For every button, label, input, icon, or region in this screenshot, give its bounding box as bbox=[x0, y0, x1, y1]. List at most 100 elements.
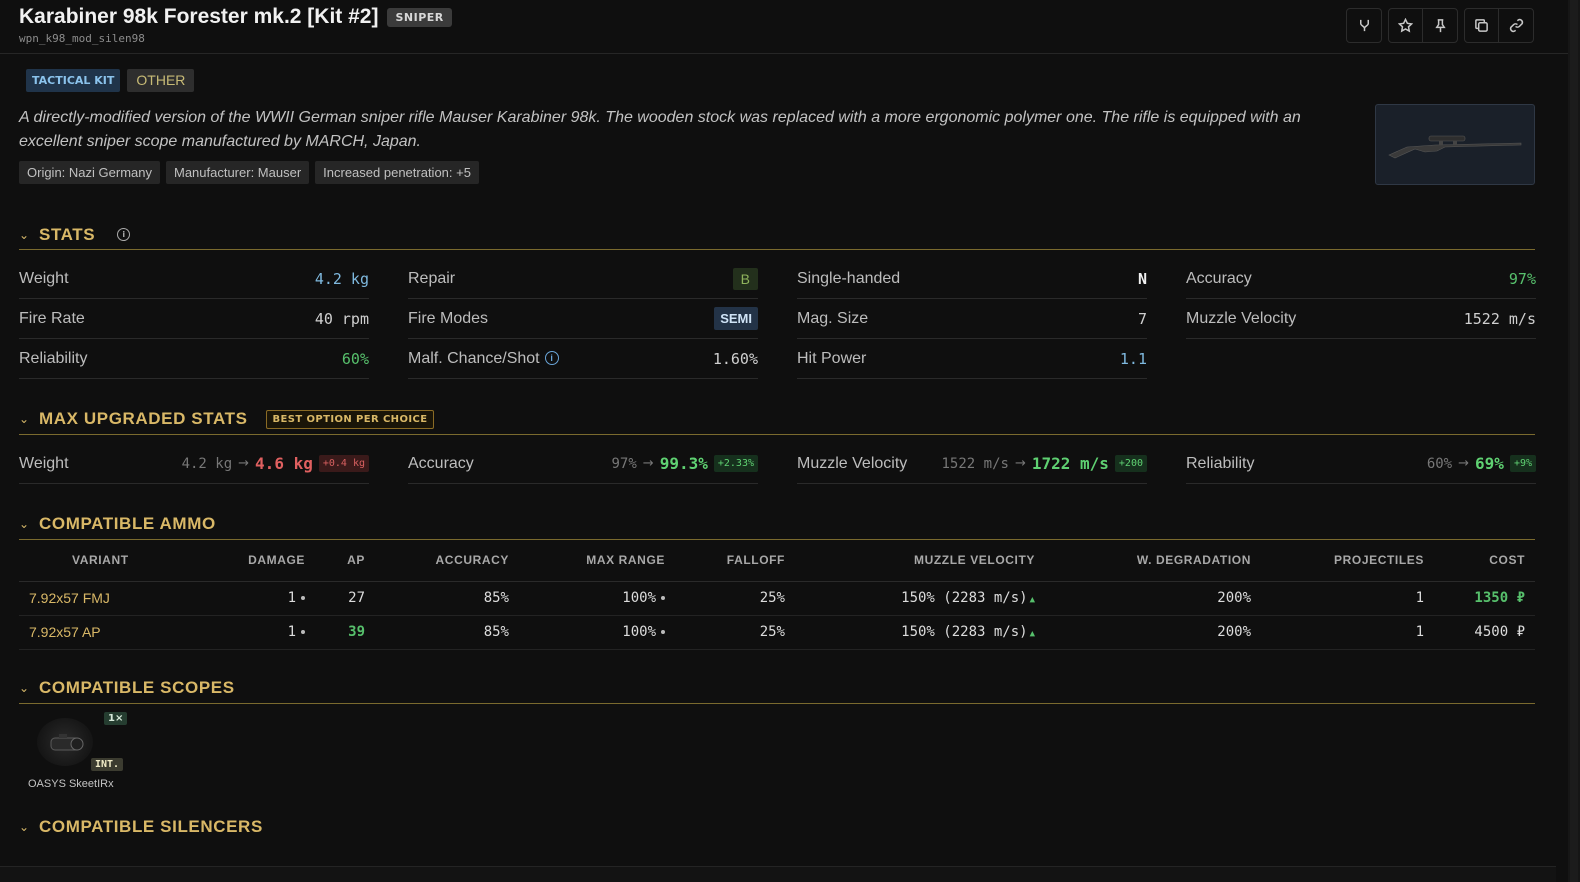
col-header[interactable]: MAX RANGE bbox=[519, 540, 675, 582]
triangle-up-icon: ▲ bbox=[1029, 595, 1035, 605]
col-header[interactable]: W. DEGRADATION bbox=[1045, 540, 1261, 582]
stat-label: Fire Rate bbox=[19, 309, 85, 327]
item-title: Karabiner 98k Forester mk.2 [Kit #2] bbox=[19, 5, 379, 28]
silencers-header[interactable]: ⌄ COMPATIBLE SILENCERS bbox=[19, 814, 1535, 840]
copy-button[interactable] bbox=[1465, 9, 1499, 42]
ammo-variant-link[interactable]: 7.92x57 AP bbox=[19, 615, 155, 650]
stat-value: 40 rpm bbox=[314, 309, 369, 328]
scrollbar[interactable] bbox=[1568, 0, 1580, 882]
col-header[interactable]: COST bbox=[1434, 540, 1535, 582]
scopes-header[interactable]: ⌄ COMPATIBLE SCOPES bbox=[19, 673, 1535, 704]
info-icon[interactable]: i bbox=[544, 351, 559, 366]
col-header[interactable]: FALLOFF bbox=[675, 540, 795, 582]
star-icon bbox=[1398, 18, 1413, 33]
dot-icon bbox=[301, 596, 305, 600]
stat-label: Mag. Size bbox=[797, 309, 869, 327]
cell-ap: 27 bbox=[315, 581, 375, 616]
col-header[interactable]: MUZZLE VELOCITY bbox=[795, 540, 1045, 582]
chevron-down-icon: ⌄ bbox=[19, 412, 30, 426]
cell-falloff: 25% bbox=[675, 615, 795, 650]
col-header[interactable]: ACCURACY bbox=[375, 540, 519, 582]
fork-button[interactable] bbox=[1347, 9, 1381, 42]
dot-icon bbox=[661, 596, 665, 600]
dot-icon bbox=[661, 630, 665, 634]
item-info: TACTICAL KIT OTHER A directly-modified v… bbox=[0, 54, 1568, 184]
stat-value: 1.60% bbox=[712, 349, 758, 368]
tactical-kit-tag: TACTICAL KIT bbox=[26, 69, 121, 92]
cell-damage: 1 bbox=[155, 615, 315, 650]
col-header[interactable]: PROJECTILES bbox=[1261, 540, 1434, 582]
stat-value: 7 bbox=[1137, 309, 1147, 328]
stat-label: Accuracy bbox=[1186, 269, 1252, 287]
new-value: 69% bbox=[1475, 454, 1504, 473]
stat-label: Malf. Chance/Shot bbox=[408, 349, 540, 367]
scope-card[interactable]: 1× INT. OASYS SkeetIRx bbox=[19, 711, 128, 790]
weapon-image[interactable] bbox=[1375, 104, 1535, 185]
chevron-down-icon: ⌄ bbox=[19, 516, 30, 531]
delta-badge: +9% bbox=[1509, 455, 1536, 472]
cell-w-degradation: 200% bbox=[1045, 581, 1261, 616]
stat-malf-chance: Malf. Chance/Shot i 1.60% bbox=[408, 339, 758, 379]
fire-mode-badge: SEMI bbox=[714, 307, 758, 330]
stats-header[interactable]: ⌄ STATS i bbox=[19, 220, 1535, 250]
stat-value: 4.2 kg bbox=[314, 269, 369, 288]
dot-icon bbox=[301, 630, 305, 634]
upgrade-label: Accuracy bbox=[408, 454, 474, 472]
stat-label: Single-handed bbox=[797, 269, 901, 287]
origin-chip: Origin: Nazi Germany bbox=[19, 161, 160, 184]
table-header-row: VARIANT DAMAGE AP ACCURACY MAX RANGE FAL… bbox=[19, 540, 1535, 582]
cell-muzzle-velocity: 150% (2283 m/s) ▲ bbox=[795, 581, 1045, 616]
max-upgraded-header[interactable]: ⌄ MAX UPGRADED STATS BEST OPTION PER CHO… bbox=[19, 404, 1535, 435]
upgrade-label: Reliability bbox=[1186, 454, 1255, 472]
table-row[interactable]: 7.92x57 AP 1 39 85% 100% 25% 150% (2283 … bbox=[19, 615, 1535, 650]
stat-fire-rate: Fire Rate 40 rpm bbox=[19, 299, 369, 339]
cell-accuracy: 85% bbox=[375, 581, 519, 616]
col-header[interactable]: VARIANT bbox=[19, 540, 155, 582]
stat-weight: Weight 4.2 kg bbox=[19, 259, 369, 299]
col-header[interactable]: DAMAGE bbox=[155, 540, 315, 582]
fork-icon bbox=[1359, 19, 1369, 32]
stats-section: ⌄ STATS i Weight 4.2 kg Repair B Single-… bbox=[0, 220, 1568, 379]
cell-w-degradation: 200% bbox=[1045, 615, 1261, 650]
max-upgraded-section: ⌄ MAX UPGRADED STATS BEST OPTION PER CHO… bbox=[0, 404, 1568, 484]
silencers-section: ⌄ COMPATIBLE SILENCERS bbox=[0, 814, 1568, 840]
stats-title: STATS bbox=[39, 224, 96, 244]
chevron-down-icon: ⌄ bbox=[19, 819, 30, 834]
stat-value: 97% bbox=[1508, 269, 1536, 288]
info-icon[interactable]: i bbox=[117, 228, 131, 241]
cell-damage: 1 bbox=[155, 581, 315, 616]
integrated-badge: INT. bbox=[91, 757, 124, 771]
link-button[interactable] bbox=[1499, 9, 1533, 42]
silencers-title: COMPATIBLE SILENCERS bbox=[39, 816, 263, 836]
ammo-title: COMPATIBLE AMMO bbox=[39, 513, 216, 533]
cell-projectiles: 1 bbox=[1261, 581, 1434, 616]
stat-label: Reliability bbox=[19, 349, 88, 367]
stat-label: Hit Power bbox=[797, 349, 867, 367]
triangle-up-icon: ▲ bbox=[1029, 629, 1035, 639]
pin-button[interactable] bbox=[1423, 9, 1457, 42]
arrow-right-icon: → bbox=[1458, 456, 1470, 471]
col-header[interactable]: AP bbox=[315, 540, 375, 582]
scrollbar-thumb[interactable] bbox=[1570, 0, 1578, 882]
old-value: 4.2 kg bbox=[181, 455, 233, 472]
cell-falloff: 25% bbox=[675, 581, 795, 616]
stat-accuracy: Accuracy 97% bbox=[1186, 259, 1536, 299]
old-value: 97% bbox=[611, 455, 637, 472]
cell-ap: 39 bbox=[315, 615, 375, 650]
old-value: 1522 m/s bbox=[941, 455, 1009, 472]
ammo-header[interactable]: ⌄ COMPATIBLE AMMO bbox=[19, 508, 1535, 540]
next-section-preview bbox=[0, 866, 1556, 882]
favorite-button[interactable] bbox=[1389, 9, 1423, 42]
stat-reliability: Reliability 60% bbox=[19, 339, 369, 379]
stat-label: Muzzle Velocity bbox=[1186, 309, 1297, 327]
copy-icon bbox=[1475, 19, 1488, 32]
rifle-icon bbox=[1388, 135, 1522, 158]
table-row[interactable]: 7.92x57 FMJ 1 27 85% 100% 25% 150% (2283… bbox=[19, 581, 1535, 616]
penetration-chip: Increased penetration: +5 bbox=[315, 161, 479, 184]
upgrade-muzzle-velocity: Muzzle Velocity 1522 m/s → 1722 m/s +200 bbox=[797, 444, 1147, 484]
stat-single-handed: Single-handed N bbox=[797, 259, 1147, 299]
stat-fire-modes: Fire Modes SEMI bbox=[408, 299, 758, 339]
arrow-right-icon: → bbox=[642, 456, 654, 471]
ammo-variant-link[interactable]: 7.92x57 FMJ bbox=[19, 581, 155, 616]
stat-label: Weight bbox=[19, 269, 69, 287]
